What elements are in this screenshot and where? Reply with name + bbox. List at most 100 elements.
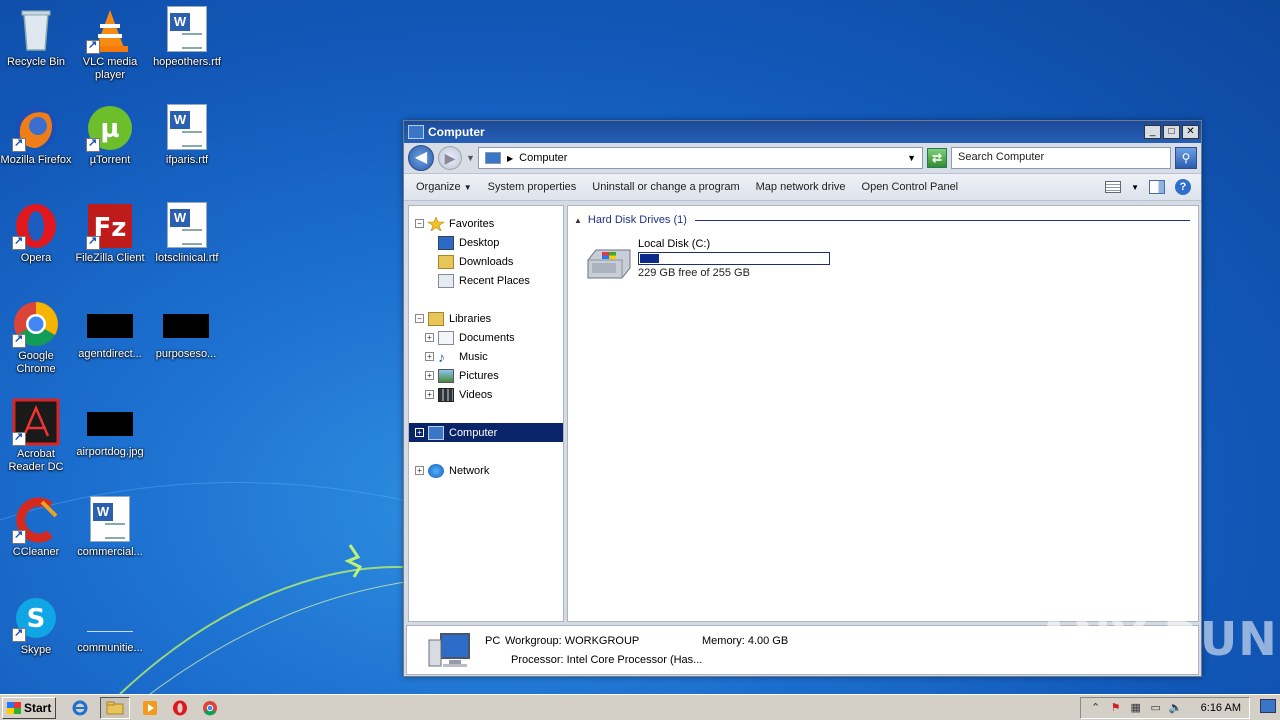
expand-icon[interactable]: + bbox=[425, 371, 434, 380]
nav-item-documents[interactable]: + Documents bbox=[409, 328, 563, 347]
organize-menu[interactable]: Organize ▼ bbox=[408, 181, 480, 193]
address-field[interactable]: ▶ Computer ▼ bbox=[478, 147, 923, 169]
opera-taskbar-icon[interactable] bbox=[170, 698, 190, 718]
desktop-icon bbox=[438, 235, 454, 250]
collapse-icon[interactable]: − bbox=[415, 219, 424, 228]
desktop-icon-agentdirect[interactable]: agentdirect... bbox=[72, 300, 148, 361]
nav-item-favorites[interactable]: − Favorites bbox=[409, 214, 563, 233]
shortcut-arrow-icon bbox=[12, 626, 26, 642]
icon-label: purposeso... bbox=[155, 348, 217, 360]
desktop-icon-recycle-bin[interactable]: Recycle Bin bbox=[0, 6, 74, 69]
recent-pages-dropdown[interactable]: ▼ bbox=[466, 153, 475, 163]
media-player-icon[interactable] bbox=[140, 698, 160, 718]
search-input[interactable]: Search Computer bbox=[951, 147, 1171, 169]
minimize-button[interactable]: _ bbox=[1144, 125, 1161, 139]
nav-item-network[interactable]: + Network bbox=[409, 461, 563, 480]
nav-item-music[interactable]: + ♪ Music bbox=[409, 347, 563, 366]
system-properties-button[interactable]: System properties bbox=[480, 181, 585, 193]
title-bar[interactable]: Computer _ □ ✕ bbox=[404, 121, 1201, 143]
back-button[interactable]: ◀ bbox=[408, 145, 434, 171]
desktop-icon-acrobat[interactable]: Acrobat Reader DC bbox=[0, 398, 74, 474]
nav-item-recent-places[interactable]: Recent Places bbox=[409, 271, 563, 290]
collapse-arrow-icon[interactable]: ▲ bbox=[574, 216, 582, 225]
nav-label: Music bbox=[459, 350, 488, 363]
power-icon[interactable]: ▭ bbox=[1149, 701, 1163, 715]
file-thumbnail bbox=[163, 314, 209, 338]
collapse-icon[interactable]: − bbox=[415, 314, 424, 323]
desktop-icon-airportdog[interactable]: airportdog.jpg bbox=[72, 398, 148, 459]
window-title: Computer bbox=[428, 125, 485, 139]
desktop-icon-chrome[interactable]: Google Chrome bbox=[0, 300, 74, 376]
shortcut-arrow-icon bbox=[12, 234, 26, 250]
preview-pane-icon[interactable] bbox=[1149, 180, 1165, 194]
forward-button[interactable]: ▶ bbox=[438, 146, 462, 170]
search-icon[interactable]: ⚲ bbox=[1175, 147, 1197, 169]
desktop-icon-skype[interactable]: S Skype bbox=[0, 594, 74, 657]
expand-icon[interactable]: + bbox=[415, 428, 424, 437]
shortcut-arrow-icon bbox=[86, 136, 100, 152]
maximize-button[interactable]: □ bbox=[1163, 125, 1180, 139]
desktop-icon-ifparis[interactable]: ifparis.rtf bbox=[149, 104, 225, 167]
nav-label: Documents bbox=[459, 331, 515, 344]
icon-label: airportdog.jpg bbox=[76, 446, 144, 458]
show-desktop-button[interactable] bbox=[1260, 699, 1276, 713]
filezilla-icon: Fz bbox=[86, 202, 134, 250]
desktop-icon-filezilla[interactable]: Fz FileZilla Client bbox=[72, 202, 148, 265]
desktop-icon-utorrent[interactable]: µ µTorrent bbox=[72, 104, 148, 167]
skype-icon: S bbox=[12, 594, 60, 642]
drive-local-disk-c[interactable]: Local Disk (C:) 229 GB free of 255 GB bbox=[584, 238, 830, 280]
anyrun-watermark: ANY RUN bbox=[1036, 612, 1278, 666]
clock[interactable]: 6:16 AM bbox=[1201, 702, 1241, 714]
file-thumbnail bbox=[87, 314, 133, 338]
desktop-icon-lotsclinical[interactable]: lotsclinical.rtf bbox=[149, 202, 225, 265]
expand-icon[interactable]: + bbox=[425, 352, 434, 361]
desktop-icon-purposeso[interactable]: purposeso... bbox=[148, 300, 224, 361]
desktop-icon-opera[interactable]: Opera bbox=[0, 202, 74, 265]
desktop-icon-firefox[interactable]: Mozilla Firefox bbox=[0, 104, 74, 167]
nav-item-videos[interactable]: + Videos bbox=[409, 385, 563, 404]
nav-item-pictures[interactable]: + Pictures bbox=[409, 366, 563, 385]
map-network-drive-button[interactable]: Map network drive bbox=[748, 181, 854, 193]
group-title: Hard Disk Drives (1) bbox=[587, 214, 687, 226]
change-view-icon[interactable] bbox=[1105, 181, 1122, 193]
uninstall-program-button[interactable]: Uninstall or change a program bbox=[584, 181, 747, 193]
view-dropdown-icon[interactable]: ▼ bbox=[1131, 183, 1139, 192]
nav-item-downloads[interactable]: Downloads bbox=[409, 252, 563, 271]
open-control-panel-button[interactable]: Open Control Panel bbox=[854, 181, 967, 193]
command-bar: Organize ▼ System properties Uninstall o… bbox=[404, 173, 1201, 201]
explorer-taskbar-icon[interactable] bbox=[100, 696, 131, 719]
refresh-button[interactable]: ⇄ bbox=[927, 148, 947, 168]
start-button[interactable]: Start bbox=[2, 696, 57, 719]
nav-item-desktop[interactable]: Desktop bbox=[409, 233, 563, 252]
nav-item-computer[interactable]: + Computer bbox=[409, 423, 563, 442]
window-body: − Favorites Desktop Downloads Recent Pla… bbox=[408, 205, 1199, 622]
expand-icon[interactable]: + bbox=[425, 333, 434, 342]
icon-label: Opera bbox=[20, 252, 52, 264]
show-hidden-icons-icon[interactable]: ⌃ bbox=[1089, 701, 1103, 715]
nav-label: Computer bbox=[449, 426, 498, 439]
breadcrumb-arrow-icon[interactable]: ▶ bbox=[507, 154, 513, 163]
close-button[interactable]: ✕ bbox=[1182, 125, 1199, 139]
internet-explorer-icon[interactable] bbox=[70, 698, 90, 718]
svg-text:S: S bbox=[27, 604, 46, 634]
nav-item-libraries[interactable]: − Libraries bbox=[409, 309, 563, 328]
recent-places-icon bbox=[438, 273, 454, 288]
volume-icon[interactable]: 🔈 bbox=[1169, 701, 1183, 715]
word-document-icon bbox=[163, 6, 211, 54]
network-status-icon[interactable]: ▦ bbox=[1129, 701, 1143, 715]
desktop-icon-hopeothers[interactable]: hopeothers.rtf bbox=[149, 6, 225, 69]
address-dropdown-icon[interactable]: ▼ bbox=[907, 153, 916, 163]
expand-icon[interactable]: + bbox=[415, 466, 424, 475]
desktop-icon-commercial[interactable]: commercial... bbox=[72, 496, 148, 559]
group-header[interactable]: ▲ Hard Disk Drives (1) bbox=[574, 214, 1190, 226]
icon-label: agentdirect... bbox=[78, 348, 142, 360]
expand-icon[interactable]: + bbox=[425, 390, 434, 399]
breadcrumb[interactable]: Computer bbox=[519, 152, 901, 164]
icon-label: hopeothers.rtf bbox=[153, 56, 221, 68]
help-icon[interactable]: ? bbox=[1175, 179, 1191, 195]
desktop-icon-communitie[interactable]: communitie... bbox=[72, 594, 148, 655]
chrome-taskbar-icon[interactable] bbox=[200, 698, 220, 718]
action-center-icon[interactable]: ⚑ bbox=[1109, 701, 1123, 715]
desktop-icon-ccleaner[interactable]: CCleaner bbox=[0, 496, 74, 559]
desktop-icon-vlc[interactable]: VLC media player bbox=[72, 6, 148, 82]
